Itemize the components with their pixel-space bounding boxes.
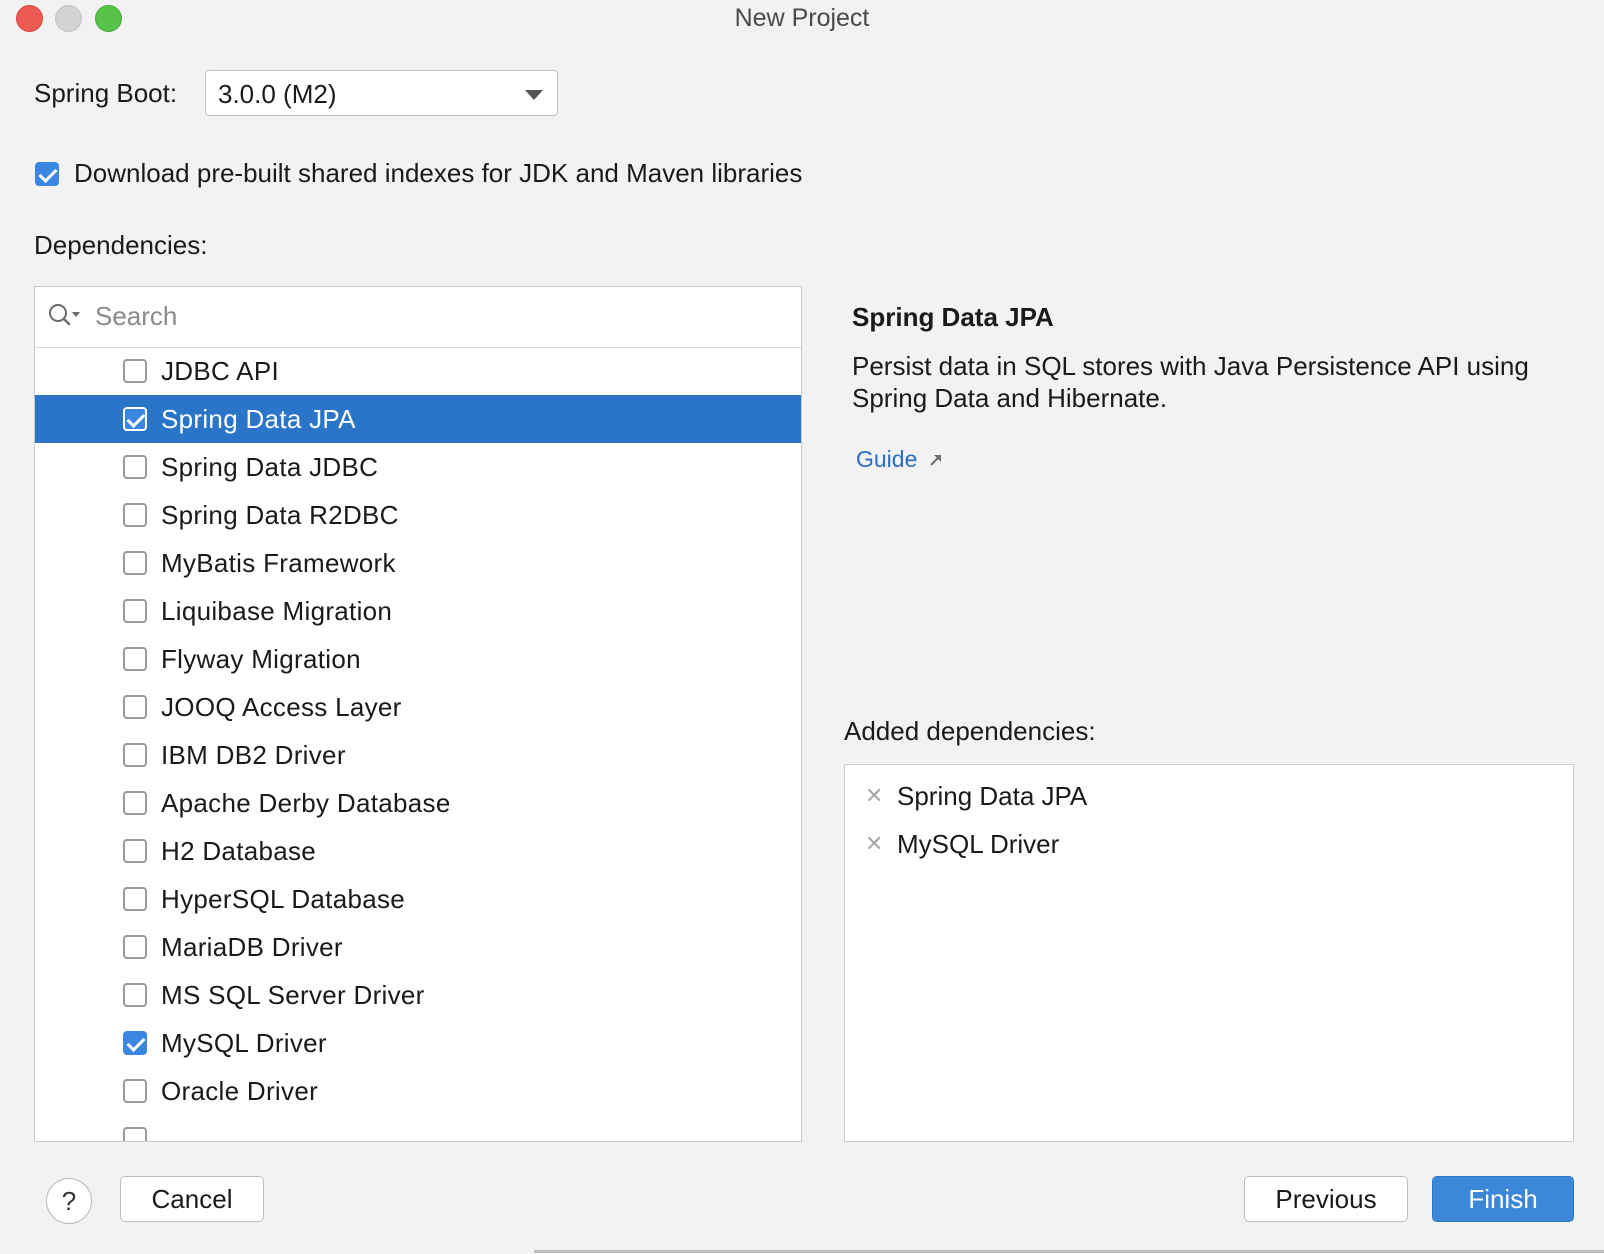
- previous-button[interactable]: Previous: [1244, 1176, 1408, 1222]
- dependency-checkbox[interactable]: [123, 1031, 147, 1055]
- dependency-label: Spring Data JDBC: [161, 452, 379, 482]
- dependencies-list-panel: JDBC API Spring Data JPA Spring Data JDB…: [34, 286, 802, 1142]
- dependency-label: Flyway Migration: [161, 644, 361, 674]
- search-icon[interactable]: [47, 302, 81, 328]
- dependency-label: IBM DB2 Driver: [161, 740, 346, 770]
- added-dependency-label: Spring Data JPA: [897, 781, 1088, 811]
- dependency-checkbox[interactable]: [123, 455, 147, 479]
- added-dependency-item: ✕ Spring Data JPA: [845, 775, 1573, 819]
- dependency-label: Liquibase Migration: [161, 596, 393, 626]
- dependency-row-ibm-db2-driver[interactable]: IBM DB2 Driver: [35, 731, 801, 779]
- dependency-label: MS SQL Server Driver: [161, 980, 425, 1010]
- help-button[interactable]: ?: [46, 1178, 92, 1224]
- dependency-row-h2-database[interactable]: H2 Database: [35, 827, 801, 875]
- cancel-button[interactable]: Cancel: [120, 1176, 264, 1222]
- dependency-row-partial[interactable]: [35, 1115, 801, 1141]
- added-dependency-label: MySQL Driver: [897, 829, 1060, 859]
- dependency-checkbox[interactable]: [123, 503, 147, 527]
- dependency-checkbox[interactable]: [123, 407, 147, 431]
- dependency-label: JOOQ Access Layer: [161, 692, 402, 722]
- chevron-down-icon: [525, 90, 543, 100]
- dependency-row-oracle-driver[interactable]: Oracle Driver: [35, 1067, 801, 1115]
- dependency-details-title: Spring Data JPA: [852, 302, 1054, 332]
- dependency-checkbox[interactable]: [123, 839, 147, 863]
- external-link-arrow-icon[interactable]: [928, 452, 944, 468]
- dependency-checkbox[interactable]: [123, 887, 147, 911]
- dependency-checkbox[interactable]: [123, 551, 147, 575]
- window-title: New Project: [734, 4, 870, 32]
- finish-button[interactable]: Finish: [1432, 1176, 1574, 1222]
- dependency-label: Apache Derby Database: [161, 788, 451, 818]
- dependency-checkbox[interactable]: [123, 599, 147, 623]
- dependency-label: MySQL Driver: [161, 1028, 327, 1058]
- dependency-checkbox[interactable]: [123, 743, 147, 767]
- dependency-label: HyperSQL Database: [161, 884, 406, 914]
- dependency-checkbox[interactable]: [123, 1127, 147, 1141]
- dependency-row-ms-sql-server-driver[interactable]: MS SQL Server Driver: [35, 971, 801, 1019]
- dependency-checkbox[interactable]: [123, 935, 147, 959]
- dependency-row-jdbc-api[interactable]: JDBC API: [35, 347, 801, 395]
- dependency-checkbox[interactable]: [123, 359, 147, 383]
- dependencies-label: Dependencies:: [34, 230, 208, 260]
- dependency-row-mybatis-framework[interactable]: MyBatis Framework: [35, 539, 801, 587]
- dependency-label: MyBatis Framework: [161, 548, 396, 578]
- dependency-label: Spring Data R2DBC: [161, 500, 399, 530]
- dependency-row-spring-data-r2dbc[interactable]: Spring Data R2DBC: [35, 491, 801, 539]
- added-dependencies-panel: ✕ Spring Data JPA ✕ MySQL Driver: [844, 764, 1574, 1142]
- dependency-details-description: Persist data in SQL stores with Java Per…: [852, 351, 1529, 413]
- spring-boot-version-value: 3.0.0 (M2): [218, 79, 337, 109]
- dependency-checkbox[interactable]: [123, 791, 147, 815]
- added-dependencies-label: Added dependencies:: [844, 716, 1096, 746]
- added-dependency-item: ✕ MySQL Driver: [845, 823, 1573, 867]
- remove-icon[interactable]: ✕: [865, 783, 883, 809]
- dependency-label: JDBC API: [161, 356, 279, 386]
- dependency-row-flyway-migration[interactable]: Flyway Migration: [35, 635, 801, 683]
- dependency-checkbox[interactable]: [123, 1079, 147, 1103]
- search-input[interactable]: [95, 297, 775, 335]
- spring-boot-label: Spring Boot:: [34, 78, 178, 108]
- dependency-row-liquibase-migration[interactable]: Liquibase Migration: [35, 587, 801, 635]
- dependency-row-mariadb-driver[interactable]: MariaDB Driver: [35, 923, 801, 971]
- dependency-row-jooq-access-layer[interactable]: JOOQ Access Layer: [35, 683, 801, 731]
- dependency-row-apache-derby-database[interactable]: Apache Derby Database: [35, 779, 801, 827]
- spring-boot-version-select[interactable]: 3.0.0 (M2): [205, 70, 558, 116]
- dependency-row-spring-data-jdbc[interactable]: Spring Data JDBC: [35, 443, 801, 491]
- remove-icon[interactable]: ✕: [865, 831, 883, 857]
- dependency-row-hypersql-database[interactable]: HyperSQL Database: [35, 875, 801, 923]
- dependency-row-spring-data-jpa[interactable]: Spring Data JPA: [35, 395, 801, 443]
- download-indexes-label[interactable]: Download pre-built shared indexes for JD…: [74, 158, 802, 189]
- dependency-checkbox[interactable]: [123, 647, 147, 671]
- dependency-row-mysql-driver[interactable]: MySQL Driver: [35, 1019, 801, 1067]
- dependency-checkbox[interactable]: [123, 983, 147, 1007]
- dependency-label: Spring Data JPA: [161, 404, 356, 434]
- dependency-label: Oracle Driver: [161, 1076, 319, 1106]
- guide-link[interactable]: Guide: [856, 446, 917, 473]
- dependency-checkbox[interactable]: [123, 695, 147, 719]
- dependency-label: H2 Database: [161, 836, 317, 866]
- download-indexes-checkbox[interactable]: [35, 162, 59, 186]
- bottom-divider: [534, 1250, 1604, 1253]
- search-bar: [35, 287, 801, 348]
- dependency-label: MariaDB Driver: [161, 932, 343, 962]
